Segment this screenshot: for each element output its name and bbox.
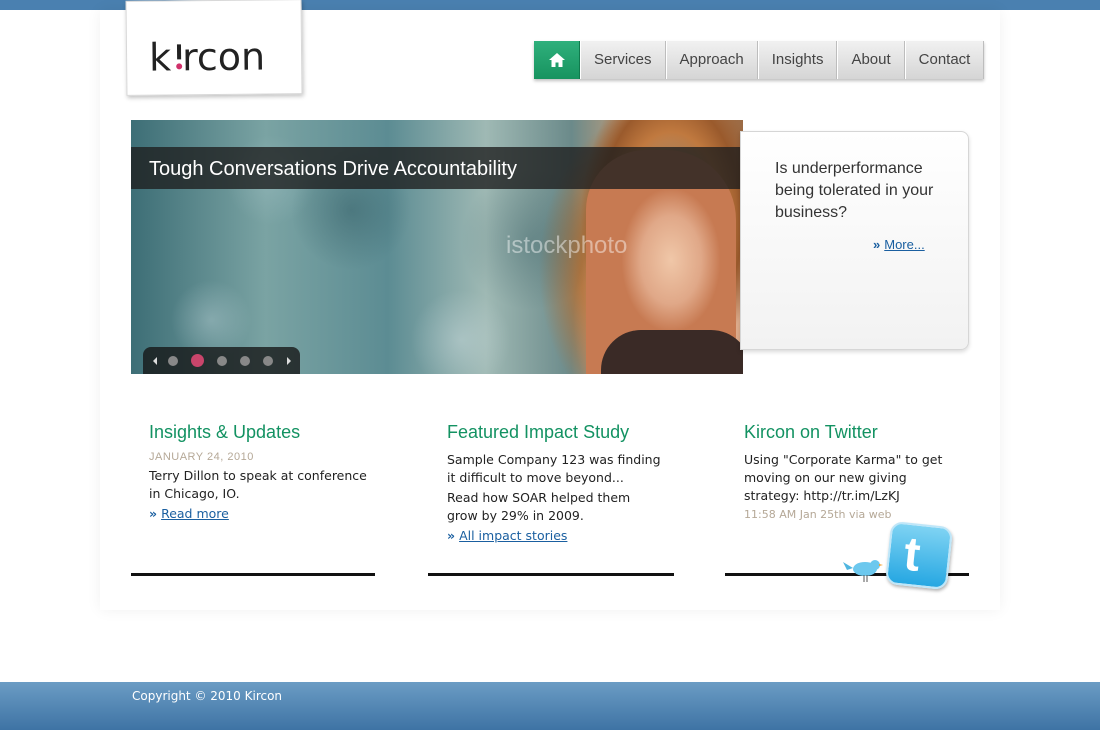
nav-about[interactable]: About: [837, 41, 905, 79]
nav-approach[interactable]: Approach: [665, 41, 758, 79]
insights-text: Terry Dillon to speak at conference in C…: [149, 468, 367, 501]
slider-next-icon[interactable]: [287, 356, 291, 365]
insights-column: Insights & Updates JANUARY 24, 2010 Terr…: [149, 422, 393, 521]
raquo-icon: »: [149, 506, 158, 521]
impact-more: » All impact stories: [447, 528, 691, 543]
nav-home-button[interactable]: [534, 41, 580, 79]
insights-more: » Read more: [149, 506, 393, 521]
promo-more-link[interactable]: More...: [884, 237, 924, 252]
nav-services[interactable]: Services: [580, 41, 666, 79]
hero-coat: [601, 330, 743, 374]
impact-column: Featured Impact Study Sample Company 123…: [447, 422, 691, 543]
home-icon: [548, 53, 565, 67]
twitter-t-glyph: t: [901, 527, 923, 582]
tweet-meta: 11:58 AM Jan 25th via web: [744, 508, 892, 521]
logo[interactable]: k rcon: [125, 0, 303, 96]
raquo-icon: »: [447, 528, 456, 543]
main-nav: Services Approach Insights About Contact: [534, 41, 985, 79]
raquo-icon: »: [873, 237, 881, 252]
promo-text: Is underperformance being tolerated in y…: [775, 160, 934, 221]
footer: Copyright © 2010 Kircon: [0, 682, 1100, 730]
tweet-text: Using "Corporate Karma" to get moving on…: [744, 452, 943, 503]
all-impact-stories-link[interactable]: All impact stories: [459, 528, 567, 543]
logo-i-stem: [176, 44, 182, 60]
impact-title: Featured Impact Study: [447, 422, 630, 442]
impact-text-1: Sample Company 123 was finding it diffic…: [447, 452, 661, 485]
hero-caption: Tough Conversations Drive Accountability: [131, 147, 743, 189]
copyright: Copyright © 2010 Kircon: [132, 689, 283, 703]
twitter-column: Kircon on Twitter Using "Corporate Karma…: [744, 422, 969, 521]
slider-dot-1[interactable]: [168, 355, 178, 366]
insights-title: Insights & Updates: [149, 422, 301, 442]
insights-date: JANUARY 24, 2010: [149, 451, 254, 463]
read-more-link[interactable]: Read more: [161, 506, 229, 521]
logo-dot: [176, 63, 183, 70]
slider-controls: [143, 347, 300, 374]
insights-divider: [131, 573, 375, 576]
slider-dot-5[interactable]: [263, 355, 273, 366]
impact-text-2: Read how SOAR helped them grow by 29% in…: [447, 490, 631, 523]
twitter-icon[interactable]: t: [884, 520, 954, 591]
slider-dot-2[interactable]: [191, 354, 204, 367]
twitter-title: Kircon on Twitter: [744, 422, 878, 442]
nav-insights[interactable]: Insights: [757, 41, 838, 79]
slider-dot-3[interactable]: [217, 355, 227, 366]
impact-divider: [428, 573, 674, 576]
nav-contact[interactable]: Contact: [904, 41, 985, 79]
logo-text: k rcon: [148, 34, 266, 80]
hero-watermark: istockphoto: [506, 232, 628, 259]
slider-dot-4[interactable]: [240, 355, 250, 366]
promo-box: Is underperformance being tolerated in y…: [740, 131, 969, 350]
twitter-bird-icon: [843, 560, 883, 582]
promo-more: » More...: [873, 237, 925, 252]
slider-prev-icon[interactable]: [153, 356, 157, 365]
